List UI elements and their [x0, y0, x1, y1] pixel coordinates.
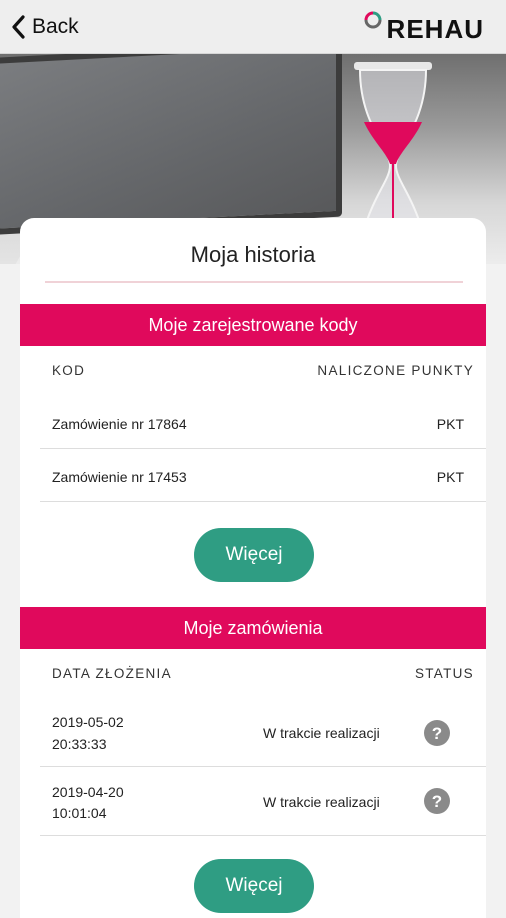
order-time: 20:33:33	[52, 736, 107, 752]
page-title: Moja historia	[190, 242, 316, 267]
codes-section-header: Moje zarejestrowane kody	[20, 304, 486, 346]
order-status: W trakcie realizacji	[263, 725, 380, 741]
codes-col-points: NALICZONE PUNKTY	[317, 363, 474, 378]
row-divider	[40, 835, 486, 836]
history-card: Moja historia Moje zarejestrowane kody K…	[20, 218, 486, 918]
row-divider	[40, 448, 486, 449]
orders-more-button[interactable]: Więcej	[194, 859, 314, 913]
back-button[interactable]: Back	[10, 12, 79, 42]
logo-text: REHAU	[386, 14, 484, 44]
orders-col-date: DATA ZŁOŻENIA	[52, 666, 172, 681]
back-label: Back	[32, 15, 79, 38]
svg-text:?: ?	[432, 792, 442, 811]
logo-mark-icon	[364, 11, 382, 29]
question-icon[interactable]: ?	[424, 788, 450, 814]
code-value: Zamówienie nr 17453	[52, 469, 187, 485]
svg-text:?: ?	[432, 724, 442, 743]
codes-col-code: KOD	[52, 363, 86, 378]
row-divider	[40, 501, 486, 502]
chevron-left-icon	[12, 15, 25, 39]
points-value: PKT	[436, 416, 464, 432]
orders-section-header: Moje zamówienia	[20, 607, 486, 649]
row-divider	[40, 766, 486, 767]
order-time: 10:01:04	[52, 805, 107, 821]
question-icon[interactable]: ?	[424, 720, 450, 746]
top-bar: Back REHAU	[0, 0, 506, 54]
code-value: Zamówienie nr 17864	[52, 416, 187, 432]
rehau-logo: REHAU	[362, 9, 484, 44]
points-value: PKT	[436, 469, 464, 485]
order-date: 2019-04-20	[52, 784, 124, 800]
order-status: W trakcie realizacji	[263, 794, 380, 810]
codes-more-button[interactable]: Więcej	[194, 528, 314, 582]
order-date: 2019-05-02	[52, 714, 124, 730]
title-divider	[45, 281, 463, 283]
orders-col-status: STATUS	[414, 666, 474, 681]
hero-laptop	[0, 54, 342, 236]
